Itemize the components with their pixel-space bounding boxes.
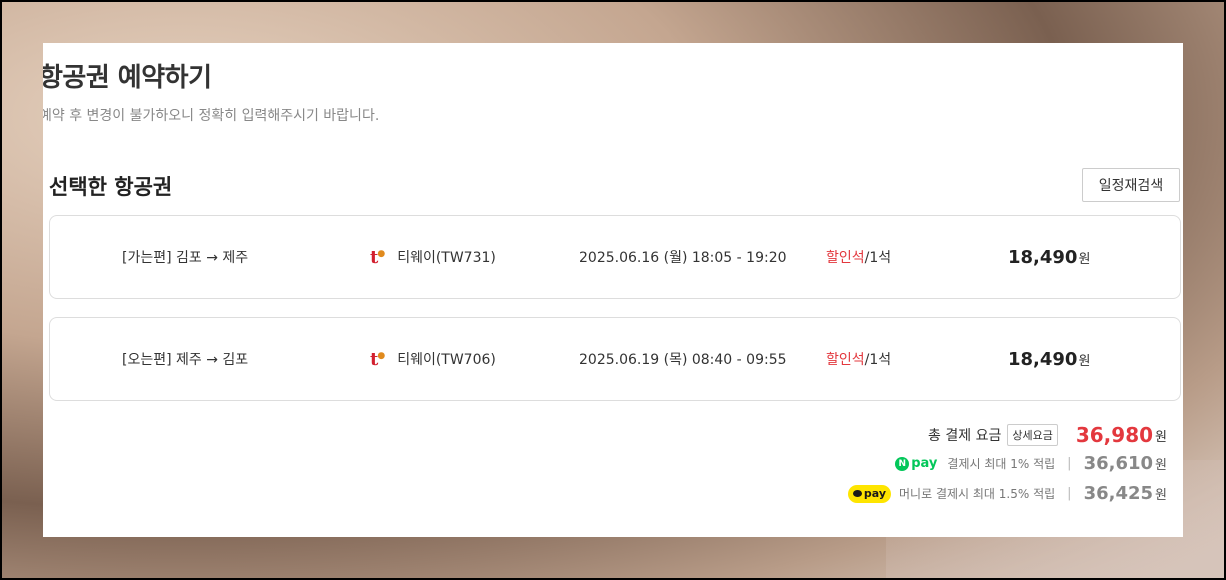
price-value: 18,490	[1008, 348, 1078, 370]
kakaopay-row: pay 머니로 결제시 최대 1.5% 적립 | 36,425 원	[847, 483, 1167, 504]
kakaopay-currency: 원	[1155, 488, 1167, 503]
separator: |	[1067, 486, 1072, 501]
flight-seat: 할인석/1석	[826, 216, 891, 298]
total-label: 총 결제 요금	[928, 428, 1002, 444]
npay-currency: 원	[1155, 458, 1167, 473]
tway-logo-icon: t●	[370, 348, 386, 370]
flight-card-return: [오는편] 제주 → 김포 t● 티웨이(TW706) 2025.06.19 (…	[49, 317, 1181, 401]
price-currency: 원	[1078, 353, 1091, 369]
fare-detail-button[interactable]: 상세요금	[1007, 424, 1058, 446]
price-currency: 원	[1078, 251, 1091, 267]
npay-logo: N pay	[895, 456, 937, 471]
flight-price: 18,490 원	[1008, 216, 1090, 298]
flight-airline: t● 티웨이(TW731)	[370, 216, 496, 298]
total-amount: 36,980	[1075, 423, 1154, 447]
total-payment-row: 총 결제 요금 상세요금 36,980 원	[928, 423, 1167, 447]
page-title: 항공권 예약하기	[43, 63, 212, 93]
total-currency: 원	[1155, 429, 1167, 445]
kakaopay-description: 머니로 결제시 최대 1.5% 적립	[899, 487, 1056, 501]
airline-name: 티웨이(TW731)	[397, 250, 496, 266]
price-value: 18,490	[1008, 246, 1078, 268]
seat-type: 할인석	[826, 250, 865, 266]
npay-row: N pay 결제시 최대 1% 적립 | 36,610 원	[895, 453, 1167, 474]
flight-card-outbound: [가는편] 김포 → 제주 t● 티웨이(TW731) 2025.06.16 (…	[49, 215, 1181, 299]
flight-route: [가는편] 김포 → 제주	[122, 250, 249, 266]
section-title: 선택한 항공권	[49, 175, 173, 199]
flight-seat: 할인석/1석	[826, 318, 891, 400]
seat-count: /1석	[864, 250, 892, 266]
kakao-bubble-icon	[852, 490, 862, 497]
seat-count: /1석	[864, 352, 892, 368]
booking-panel: 항공권 예약하기 예약 후 변경이 불가하오니 정확히 입력해주시기 바랍니다.…	[43, 43, 1183, 537]
research-schedule-button[interactable]: 일정재검색	[1082, 168, 1180, 202]
airline-name: 티웨이(TW706)	[397, 352, 496, 368]
page-subtitle: 예약 후 변경이 불가하오니 정확히 입력해주시기 바랍니다.	[43, 108, 380, 124]
tway-logo-icon: t●	[370, 246, 386, 268]
seat-type: 할인석	[826, 352, 865, 368]
npay-amount: 36,610	[1083, 453, 1154, 474]
kakaopay-amount: 36,425	[1083, 483, 1154, 504]
naver-n-icon: N	[895, 456, 910, 471]
separator: |	[1067, 456, 1072, 471]
npay-description: 결제시 최대 1% 적립	[947, 457, 1056, 471]
flight-datetime: 2025.06.16 (월) 18:05 - 19:20	[579, 250, 787, 266]
flight-datetime: 2025.06.19 (목) 08:40 - 09:55	[579, 352, 787, 368]
flight-route: [오는편] 제주 → 김포	[122, 352, 249, 368]
flight-airline: t● 티웨이(TW706)	[370, 318, 496, 400]
kakaopay-logo: pay	[847, 484, 892, 503]
flight-price: 18,490 원	[1008, 318, 1090, 400]
